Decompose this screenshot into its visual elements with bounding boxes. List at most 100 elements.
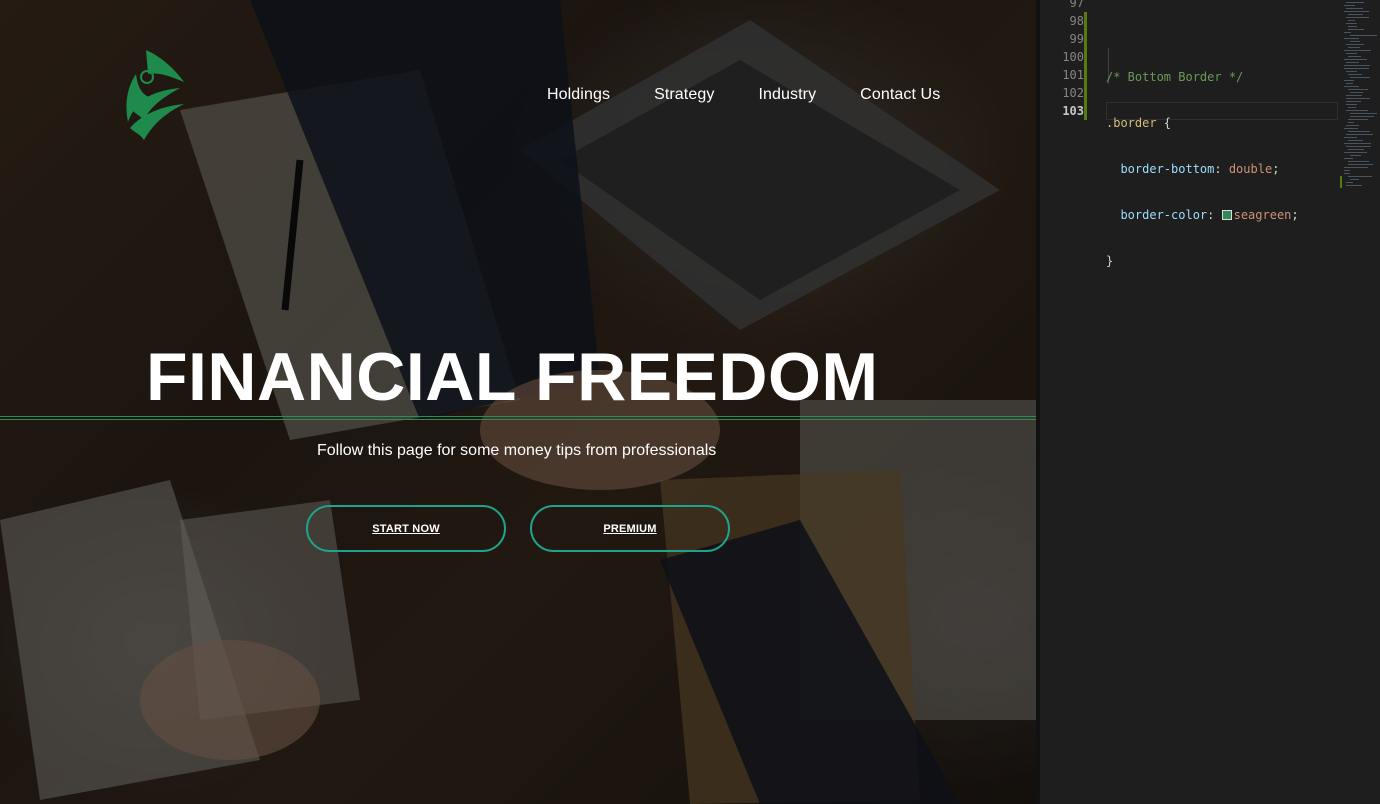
minimap-line xyxy=(1350,41,1360,42)
minimap-line xyxy=(1348,26,1357,27)
minimap-line xyxy=(1346,104,1357,105)
minimap-line xyxy=(1348,107,1356,108)
minimap-line xyxy=(1350,113,1377,114)
minimap-line xyxy=(1344,68,1369,69)
nav-industry[interactable]: Industry xyxy=(758,86,816,104)
minimap-line xyxy=(1348,47,1360,48)
minimap-line xyxy=(1350,155,1361,156)
minimap-line xyxy=(1346,110,1368,111)
css-value: double xyxy=(1228,162,1273,176)
minimap-line xyxy=(1344,11,1369,12)
minimap-line xyxy=(1344,137,1357,138)
minimap-line xyxy=(1348,14,1363,15)
minimap-line xyxy=(1348,29,1364,30)
minimap-line xyxy=(1346,101,1361,102)
minimap-line xyxy=(1346,44,1364,45)
minimap-line xyxy=(1344,170,1350,171)
minimap-line xyxy=(1350,179,1359,180)
nav-holdings[interactable]: Holdings xyxy=(547,86,610,104)
minimap-line xyxy=(1348,56,1361,57)
minimap-line xyxy=(1348,131,1370,132)
color-swatch-icon[interactable] xyxy=(1221,210,1232,220)
minimap-line xyxy=(1344,152,1367,153)
code-line: /* Bottom Border */ xyxy=(1106,68,1299,86)
hero-title: FINANCIAL FREEDOM xyxy=(146,339,879,415)
code-line: } xyxy=(1106,252,1299,270)
minimap-line xyxy=(1348,140,1363,141)
minimap-line xyxy=(1346,71,1357,72)
css-value: seagreen xyxy=(1233,208,1292,222)
line-number: 97 xyxy=(1069,0,1084,10)
minimap-line xyxy=(1348,20,1355,21)
code-editor[interactable]: 97 98 99 100 101 102 103 /* Bottom Borde… xyxy=(1040,0,1380,804)
minimap-line xyxy=(1348,89,1368,90)
minimap-line xyxy=(1350,92,1363,93)
minimap-line xyxy=(1344,5,1355,6)
minimap-line xyxy=(1344,143,1371,144)
minimap-line xyxy=(1348,149,1364,150)
minimap-line xyxy=(1344,158,1353,159)
code-line: border-bottom: double; xyxy=(1120,162,1280,176)
minimap-line xyxy=(1346,95,1362,96)
minimap-line xyxy=(1350,35,1377,36)
minimap-line xyxy=(1346,98,1370,99)
minimap-line xyxy=(1344,65,1370,66)
minimap-line xyxy=(1344,32,1351,33)
hero-subtitle: Follow this page for some money tips fro… xyxy=(317,442,717,459)
minimap-line xyxy=(1346,2,1364,3)
minimap-line xyxy=(1346,134,1373,135)
line-number: 101 xyxy=(1062,68,1084,82)
line-number-gutter: 97 98 99 100 101 102 103 xyxy=(1040,0,1084,120)
minimap-line xyxy=(1348,119,1368,120)
logo-icon[interactable] xyxy=(118,44,190,148)
minimap-line xyxy=(1346,146,1371,147)
close-brace: } xyxy=(1106,254,1114,268)
website-preview: Holdings Strategy Industry Contact Us FI… xyxy=(0,0,1036,804)
minimap-line xyxy=(1344,59,1367,60)
minimap-line xyxy=(1346,17,1369,18)
minimap-line xyxy=(1348,74,1362,75)
minimap-line xyxy=(1346,185,1362,186)
line-number: 99 xyxy=(1069,32,1084,46)
css-selector: .border xyxy=(1106,116,1157,130)
minimap-line xyxy=(1344,38,1359,39)
minimap-line xyxy=(1344,86,1359,87)
nav-contact-us[interactable]: Contact Us xyxy=(860,86,940,104)
start-now-button[interactable]: START NOW xyxy=(306,505,506,552)
premium-button[interactable]: PREMIUM xyxy=(530,505,730,552)
minimap-line xyxy=(1348,164,1373,165)
minimap-line xyxy=(1348,122,1354,123)
active-line-number: 103 xyxy=(1062,104,1084,118)
minimap-line xyxy=(1346,125,1359,126)
minimap-line xyxy=(1344,50,1371,51)
minimap-line xyxy=(1346,53,1357,54)
minimap-line xyxy=(1346,8,1363,9)
minimap-line xyxy=(1350,116,1374,117)
minimap-change-marker xyxy=(1340,176,1342,188)
line-number: 98 xyxy=(1069,14,1084,28)
nav-strategy[interactable]: Strategy xyxy=(654,86,714,104)
css-property: border-color xyxy=(1120,208,1208,222)
minimap-line xyxy=(1344,167,1368,168)
minimap-line xyxy=(1346,62,1359,63)
minimap-line xyxy=(1348,176,1372,177)
css-property: border-bottom xyxy=(1120,162,1215,176)
minimap[interactable] xyxy=(1342,0,1380,200)
git-change-indicator xyxy=(1084,12,1087,120)
minimap-line xyxy=(1346,23,1357,24)
hero-double-border xyxy=(0,416,1036,420)
minimap-line xyxy=(1348,161,1369,162)
minimap-line xyxy=(1344,128,1358,129)
main-nav: Holdings Strategy Industry Contact Us xyxy=(547,86,940,104)
minimap-line xyxy=(1346,83,1353,84)
code-content[interactable]: /* Bottom Border */ .border { border-bot… xyxy=(1106,0,1299,344)
open-brace: { xyxy=(1156,116,1172,130)
line-number: 102 xyxy=(1062,86,1084,100)
minimap-line xyxy=(1344,173,1350,174)
css-comment: /* Bottom Border */ xyxy=(1106,70,1244,84)
minimap-line xyxy=(1344,80,1354,81)
minimap-line xyxy=(1346,182,1353,183)
minimap-line xyxy=(1350,77,1370,78)
